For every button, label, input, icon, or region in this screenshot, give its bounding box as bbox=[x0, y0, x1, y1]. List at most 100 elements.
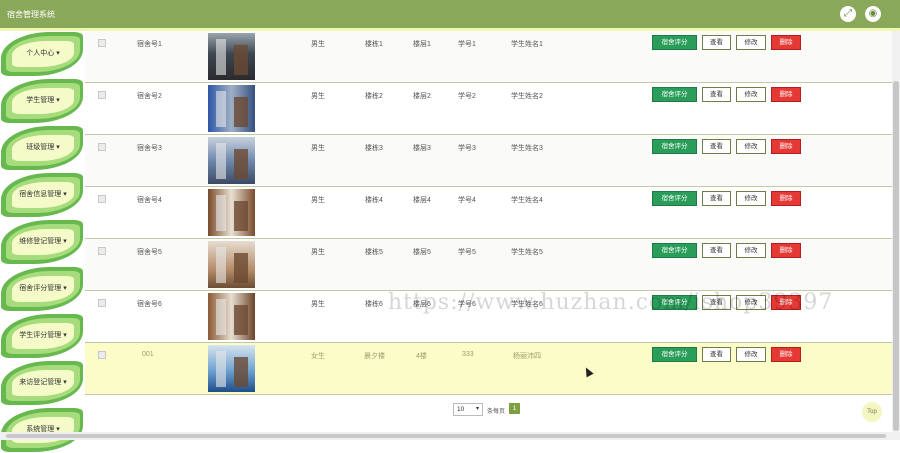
delete-button[interactable]: 删除 bbox=[771, 191, 801, 206]
dorm-number: 001 bbox=[142, 351, 154, 358]
dorm-number: 宿舍号3 bbox=[137, 145, 162, 152]
gender-cell: 男生 bbox=[311, 145, 325, 152]
dorm-number: 宿舍号4 bbox=[137, 197, 162, 204]
row-checkbox[interactable] bbox=[98, 195, 106, 203]
vertical-scrollbar[interactable] bbox=[892, 31, 900, 440]
sidebar-item-label: 学生管理 ▾ bbox=[26, 97, 60, 104]
student-name-cell: 学生姓名4 bbox=[511, 197, 543, 204]
dorm-photo bbox=[208, 33, 255, 80]
pagination: 10 ▾ 条每页 1 bbox=[85, 395, 892, 423]
student-name-cell: 学生姓名1 bbox=[511, 41, 543, 48]
sidebar-item-profile[interactable]: 个人中心 ▾ bbox=[0, 31, 85, 77]
building-cell: 楼栋1 bbox=[365, 41, 383, 48]
building-cell: 楼栋5 bbox=[365, 249, 383, 256]
view-button[interactable]: 查看 bbox=[702, 35, 731, 50]
table-row: 宿舍号3 男生 楼栋3 楼层3 学号3 学生姓名3 宿舍评分 查看 修改 删除 bbox=[85, 135, 892, 187]
sidebar: 个人中心 ▾ 学生管理 ▾ 班级管理 ▾ 宿舍信息管理 ▾ 维修登记管理 ▾ 宿… bbox=[0, 31, 85, 452]
edit-button[interactable]: 修改 bbox=[736, 139, 766, 154]
dorm-number: 宿舍号1 bbox=[137, 41, 162, 48]
delete-button[interactable]: 删除 bbox=[771, 139, 801, 154]
gender-cell: 女生 bbox=[311, 353, 325, 360]
student-no-cell: 学号2 bbox=[458, 93, 476, 100]
sidebar-item-dorm-scores[interactable]: 宿舍评分管理 ▾ bbox=[0, 266, 85, 312]
edit-button[interactable]: 修改 bbox=[736, 243, 766, 258]
dorm-score-button[interactable]: 宿舍评分 bbox=[652, 139, 697, 154]
expand-icon[interactable]: ⤢ bbox=[840, 6, 856, 22]
dorm-score-button[interactable]: 宿舍评分 bbox=[652, 87, 697, 102]
sidebar-item-label: 宿舍信息管理 ▾ bbox=[19, 191, 67, 198]
row-checkbox[interactable] bbox=[98, 299, 106, 307]
dorm-photo bbox=[208, 345, 255, 392]
dorm-photo bbox=[208, 241, 255, 288]
row-checkbox[interactable] bbox=[98, 351, 106, 359]
floor-cell: 楼层1 bbox=[413, 41, 431, 48]
sidebar-item-students[interactable]: 学生管理 ▾ bbox=[0, 78, 85, 124]
dorm-score-button[interactable]: 宿舍评分 bbox=[652, 347, 697, 362]
student-name-cell: 学生姓名2 bbox=[511, 93, 543, 100]
edit-button[interactable]: 修改 bbox=[736, 191, 766, 206]
sidebar-item-label: 宿舍评分管理 ▾ bbox=[19, 285, 67, 292]
row-checkbox[interactable] bbox=[98, 91, 106, 99]
student-no-cell: 学号5 bbox=[458, 249, 476, 256]
row-checkbox[interactable] bbox=[98, 143, 106, 151]
page-size-select[interactable]: 10 ▾ bbox=[453, 403, 483, 416]
dorm-score-button[interactable]: 宿舍评分 bbox=[652, 243, 697, 258]
floor-cell: 楼层3 bbox=[413, 145, 431, 152]
sidebar-item-label: 个人中心 ▾ bbox=[26, 50, 60, 57]
sidebar-item-student-scores[interactable]: 学生评分管理 ▾ bbox=[0, 313, 85, 359]
view-button[interactable]: 查看 bbox=[702, 87, 731, 102]
dorm-number: 宿舍号6 bbox=[137, 301, 162, 308]
delete-button[interactable]: 删除 bbox=[771, 347, 801, 362]
student-name-cell: 杨丽沛四 bbox=[513, 353, 541, 360]
table-row: 宿舍号1 男生 楼栋1 楼层1 学号1 学生姓名1 宿舍评分 查看 修改 删除 bbox=[85, 31, 892, 83]
dorm-table: 宿舍号1 男生 楼栋1 楼层1 学号1 学生姓名1 宿舍评分 查看 修改 删除 … bbox=[85, 31, 892, 440]
building-cell: 晨夕楼 bbox=[364, 353, 385, 360]
sidebar-item-label: 学生评分管理 ▾ bbox=[19, 332, 67, 339]
row-checkbox[interactable] bbox=[98, 247, 106, 255]
dorm-number: 宿舍号5 bbox=[137, 249, 162, 256]
sidebar-item-dorm-info[interactable]: 宿舍信息管理 ▾ bbox=[0, 172, 85, 218]
horizontal-scrollbar[interactable] bbox=[0, 432, 892, 440]
dorm-photo bbox=[208, 293, 255, 340]
gender-cell: 男生 bbox=[311, 93, 325, 100]
floor-cell: 楼层5 bbox=[413, 249, 431, 256]
gender-cell: 男生 bbox=[311, 41, 325, 48]
table-row: 宿舍号5 男生 楼栋5 楼层5 学号5 学生姓名5 宿舍评分 查看 修改 删除 bbox=[85, 239, 892, 291]
table-row: 宿舍号4 男生 楼栋4 楼层4 学号4 学生姓名4 宿舍评分 查看 修改 删除 bbox=[85, 187, 892, 239]
gender-cell: 男生 bbox=[311, 249, 325, 256]
building-cell: 楼栋3 bbox=[365, 145, 383, 152]
edit-button[interactable]: 修改 bbox=[736, 347, 766, 362]
page-number-current[interactable]: 1 bbox=[509, 403, 520, 414]
floor-cell: 楼层4 bbox=[413, 197, 431, 204]
app-title: 宿舍管理系统 bbox=[7, 10, 55, 19]
dorm-score-button[interactable]: 宿舍评分 bbox=[652, 191, 697, 206]
gender-cell: 男生 bbox=[311, 197, 325, 204]
user-icon[interactable]: ◉ bbox=[865, 6, 881, 22]
dorm-score-button[interactable]: 宿舍评分 bbox=[652, 35, 697, 50]
edit-button[interactable]: 修改 bbox=[736, 35, 766, 50]
delete-button[interactable]: 删除 bbox=[771, 87, 801, 102]
edit-button[interactable]: 修改 bbox=[736, 87, 766, 102]
delete-button[interactable]: 删除 bbox=[771, 243, 801, 258]
view-button[interactable]: 查看 bbox=[702, 191, 731, 206]
student-name-cell: 学生姓名3 bbox=[511, 145, 543, 152]
view-button[interactable]: 查看 bbox=[702, 139, 731, 154]
gender-cell: 男生 bbox=[311, 301, 325, 308]
back-to-top-button[interactable]: Top bbox=[862, 402, 882, 422]
view-button[interactable]: 查看 bbox=[702, 243, 731, 258]
top-header-bar: 宿舍管理系统 ⤢ ◉ bbox=[0, 0, 900, 31]
sidebar-item-visitors[interactable]: 来访登记管理 ▾ bbox=[0, 360, 85, 406]
view-button[interactable]: 查看 bbox=[702, 347, 731, 362]
delete-button[interactable]: 删除 bbox=[771, 35, 801, 50]
row-checkbox[interactable] bbox=[98, 39, 106, 47]
student-no-cell: 333 bbox=[462, 351, 474, 358]
sidebar-item-classes[interactable]: 班级管理 ▾ bbox=[0, 125, 85, 171]
dorm-photo bbox=[208, 85, 255, 132]
per-page-label: 条每页 bbox=[487, 409, 506, 415]
table-row: 宿舍号2 男生 楼栋2 楼层2 学号2 学生姓名2 宿舍评分 查看 修改 删除 bbox=[85, 83, 892, 135]
floor-cell: 楼层2 bbox=[413, 93, 431, 100]
sidebar-item-system[interactable]: 系统管理 ▾ bbox=[0, 407, 85, 453]
floor-cell: 4楼 bbox=[416, 353, 427, 360]
dorm-number: 宿舍号2 bbox=[137, 93, 162, 100]
sidebar-item-repairs[interactable]: 维修登记管理 ▾ bbox=[0, 219, 85, 265]
